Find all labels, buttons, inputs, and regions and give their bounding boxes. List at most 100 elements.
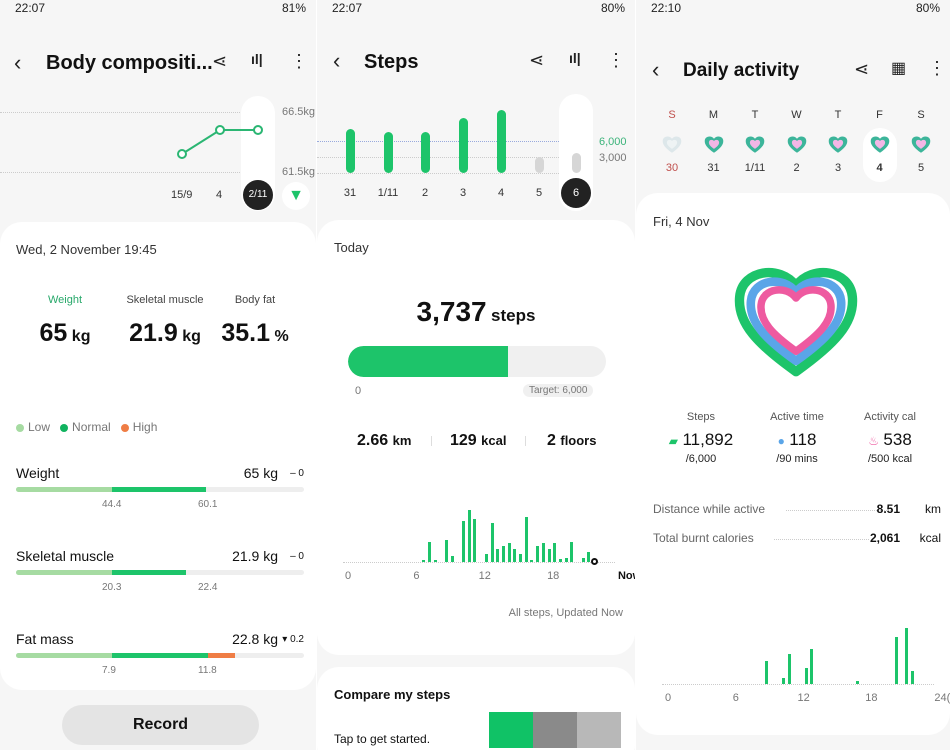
body-composition-screen: 22:07 81% ‹ Body compositi... ⋖ ıl| ⋮ 66.… xyxy=(0,0,316,750)
day-heart-icon[interactable] xyxy=(661,134,683,154)
daily-steps-bar[interactable] xyxy=(384,131,393,173)
hourly-bar[interactable] xyxy=(564,558,568,562)
hourly-bar[interactable] xyxy=(587,552,591,562)
hourly-bar[interactable] xyxy=(530,560,534,562)
metric-label: Fat mass xyxy=(16,631,74,647)
x-tick: 12 xyxy=(797,692,810,704)
hourly-bar[interactable] xyxy=(547,548,551,562)
hourly-bar[interactable] xyxy=(804,668,808,684)
hourly-bar[interactable] xyxy=(910,671,914,684)
hourly-bar[interactable] xyxy=(519,553,522,562)
hourly-bar[interactable] xyxy=(484,554,488,562)
x-tick: 5 xyxy=(535,187,543,199)
step-count: 3,737 steps xyxy=(317,296,635,328)
hourly-bar[interactable] xyxy=(450,556,454,562)
back-icon[interactable]: ‹ xyxy=(333,48,340,74)
day-heart-icon[interactable] xyxy=(869,134,891,154)
day-heart-icon[interactable] xyxy=(786,134,808,154)
more-icon[interactable]: ⋮ xyxy=(928,58,946,79)
hourly-bar[interactable] xyxy=(765,660,769,684)
hourly-bar[interactable] xyxy=(787,654,791,684)
ring-number: 118 xyxy=(789,430,817,449)
daily-steps-bar[interactable] xyxy=(535,157,544,173)
hourly-bar[interactable] xyxy=(433,560,437,562)
day-date[interactable]: 4 xyxy=(862,162,898,174)
day-date[interactable]: 30 xyxy=(654,162,690,174)
hourly-bar[interactable] xyxy=(444,539,448,562)
metric-label: Skeletal muscle xyxy=(16,548,115,564)
day-heart-icon[interactable] xyxy=(703,134,725,154)
hourly-bar[interactable] xyxy=(473,519,477,562)
status-battery: 80% xyxy=(915,1,940,15)
today-card: Today 3,737 steps 0 Target: 6,000 All st… xyxy=(317,220,635,655)
hourly-bar[interactable] xyxy=(905,627,909,684)
day-heart-icon[interactable] xyxy=(910,134,932,154)
hourly-bar[interactable] xyxy=(895,637,899,684)
hourly-bar[interactable] xyxy=(536,545,540,562)
day-date[interactable]: 3 xyxy=(820,162,856,174)
selected-day[interactable]: 6 xyxy=(561,178,591,208)
chart-icon[interactable]: ıl| xyxy=(569,50,581,66)
hourly-bar[interactable] xyxy=(507,542,511,562)
hourly-bar[interactable] xyxy=(462,520,465,562)
hourly-bar[interactable] xyxy=(501,546,505,562)
stat-item: 129 kcal xyxy=(450,432,506,450)
hourly-bar[interactable] xyxy=(490,523,494,562)
leader-dots xyxy=(774,539,869,540)
weekday-label: S xyxy=(917,109,925,121)
ring-label: Active time xyxy=(770,411,824,423)
back-icon[interactable]: ‹ xyxy=(652,57,659,83)
hourly-bar[interactable] xyxy=(524,516,528,562)
hourly-bar[interactable] xyxy=(422,560,426,562)
ring-goal: /6,000 xyxy=(685,453,717,465)
selected-date: Fri, 4 Nov xyxy=(653,214,710,229)
day-date[interactable]: 5 xyxy=(903,162,939,174)
daily-steps-bar[interactable] xyxy=(346,129,355,173)
hourly-bar[interactable] xyxy=(553,543,557,562)
daily-steps-bar[interactable] xyxy=(497,109,506,173)
hourly-bar[interactable] xyxy=(541,543,545,562)
body-type-icon[interactable]: ▼ xyxy=(282,182,310,210)
selected-date[interactable]: 2/11 xyxy=(243,180,273,210)
hourly-bar[interactable] xyxy=(427,542,431,562)
hourly-bar[interactable] xyxy=(496,548,500,562)
hourly-bar[interactable] xyxy=(581,558,585,562)
day-date[interactable]: 2 xyxy=(779,162,815,174)
compare-card[interactable]: Compare my steps Tap to get started. xyxy=(317,667,635,750)
share-icon[interactable]: ⋖ xyxy=(529,50,544,71)
hourly-bar[interactable] xyxy=(810,649,814,684)
divider xyxy=(431,436,432,446)
weekday-label: T xyxy=(751,109,759,121)
more-icon[interactable]: ⋮ xyxy=(607,50,625,71)
hourly-bar[interactable] xyxy=(782,678,786,684)
compare-block-dark xyxy=(533,712,577,748)
daily-steps-bar[interactable] xyxy=(421,131,430,173)
metric-value: 21.9 kg xyxy=(232,548,278,564)
ring-value: ● 118 xyxy=(747,430,847,450)
hourly-bar[interactable] xyxy=(570,542,574,562)
summary-unit: % xyxy=(274,328,289,345)
hourly-bar[interactable] xyxy=(558,559,562,562)
x-tick: 4 xyxy=(497,187,505,199)
hourly-bar[interactable] xyxy=(513,548,517,562)
updated-label: All steps, Updated Now xyxy=(508,607,623,619)
share-icon[interactable]: ⋖ xyxy=(854,59,869,80)
hourly-bar[interactable] xyxy=(855,681,859,684)
calendar-icon[interactable]: ▦ xyxy=(891,58,906,78)
step-progress-bar xyxy=(348,346,606,377)
hourly-bar[interactable] xyxy=(467,509,471,562)
flame-icon: ♨ xyxy=(868,434,879,448)
stat-unit: floors xyxy=(560,433,597,448)
day-date[interactable]: 31 xyxy=(696,162,732,174)
metric-change: – 0 xyxy=(290,551,304,562)
metric-low-threshold: 20.3 xyxy=(102,582,122,593)
daily-steps-bar[interactable] xyxy=(572,153,581,173)
day-date[interactable]: 1/11 xyxy=(737,162,773,174)
day-heart-icon[interactable] xyxy=(827,134,849,154)
ring-value: ♨ 538 xyxy=(840,430,940,450)
record-button[interactable]: Record xyxy=(62,705,259,745)
status-time: 22:10 xyxy=(651,1,682,15)
daily-steps-bar[interactable] xyxy=(459,118,468,173)
day-heart-icon[interactable] xyxy=(744,134,766,154)
ring-value: ▰ 11,892 xyxy=(651,430,751,450)
